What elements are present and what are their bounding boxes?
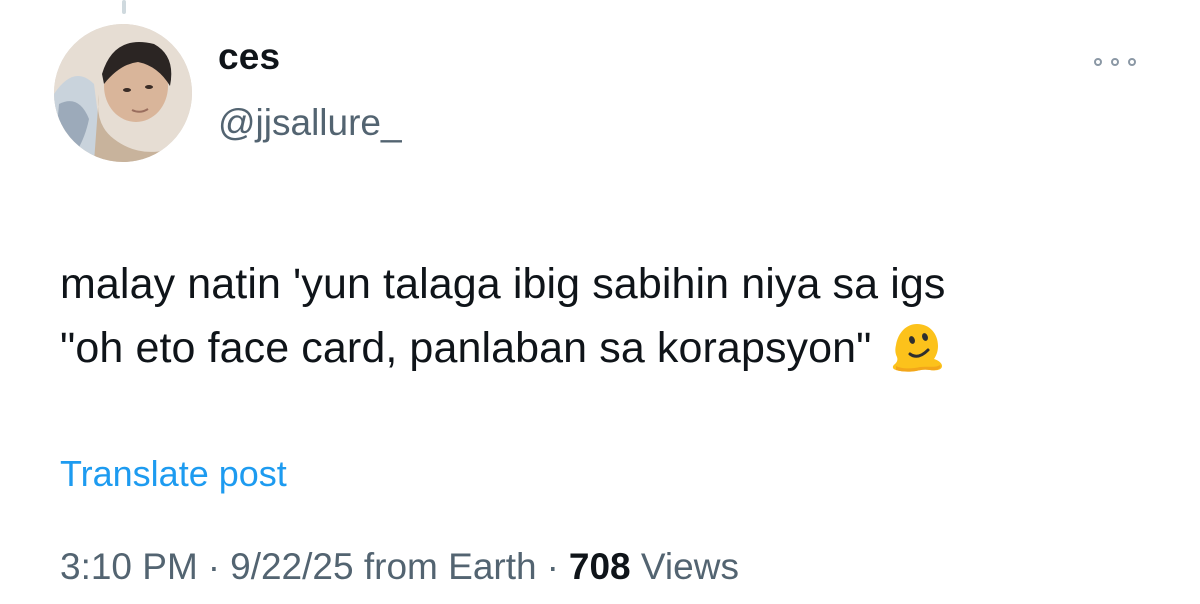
- translate-post-link[interactable]: Translate post: [60, 456, 287, 492]
- more-options-button[interactable]: [1094, 50, 1136, 74]
- separator-dot: ·: [207, 546, 221, 587]
- post-time[interactable]: 3:10 PM: [60, 546, 198, 587]
- thread-connector-line: [122, 0, 126, 14]
- more-dot-icon: [1094, 58, 1102, 66]
- separator-dot: ·: [546, 546, 559, 587]
- post-text-line-2: "oh eto face card, panlaban sa korapsyon…: [60, 316, 1140, 380]
- post-location: from Earth: [363, 546, 537, 587]
- post-text: malay natin 'yun talaga ibig sabihin niy…: [60, 252, 1140, 380]
- melting-face-icon: [890, 320, 944, 374]
- post-date[interactable]: 9/22/25: [230, 546, 353, 587]
- views-count[interactable]: 708: [569, 546, 631, 587]
- avatar-photo: [54, 24, 192, 162]
- post-text-line-1: malay natin 'yun talaga ibig sabihin niy…: [60, 260, 946, 308]
- user-handle[interactable]: @jjsallure_: [218, 104, 402, 141]
- views-label[interactable]: Views: [641, 546, 739, 587]
- more-dot-icon: [1128, 58, 1136, 66]
- more-dot-icon: [1111, 58, 1119, 66]
- avatar[interactable]: [54, 24, 192, 162]
- display-name[interactable]: ces: [218, 38, 280, 75]
- post-text-line-2-text: "oh eto face card, panlaban sa korapsyon…: [60, 324, 872, 372]
- post-metadata: 3:10 PM · 9/22/25 from Earth · 708 Views: [60, 548, 739, 585]
